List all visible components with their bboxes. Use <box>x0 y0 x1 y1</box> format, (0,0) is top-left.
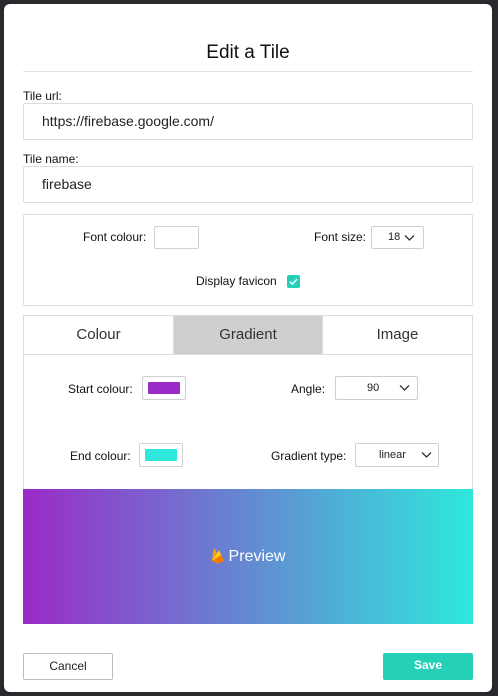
angle-value: 90 <box>367 382 380 394</box>
dialog-title: Edit a Tile <box>206 42 290 63</box>
display-favicon-checkbox[interactable] <box>287 275 300 288</box>
title-divider <box>23 71 473 72</box>
font-size-value: 18 <box>388 231 401 243</box>
tile-name-input[interactable]: firebase <box>23 166 473 203</box>
chevron-down-icon <box>404 234 415 241</box>
font-size-select[interactable]: 18 <box>371 226 424 249</box>
chevron-down-icon <box>421 452 432 458</box>
gradient-type-value: linear <box>379 449 406 461</box>
angle-label: Angle: <box>291 382 326 396</box>
preview-label: Preview <box>228 548 286 565</box>
gradient-type-label: Gradient type: <box>271 449 347 463</box>
gradient-panel: Start colour: Angle: 90 End colour: Grad… <box>23 354 473 490</box>
start-colour-picker[interactable] <box>142 376 186 400</box>
tile-name-label: Tile name: <box>23 152 79 166</box>
tile-preview: Preview <box>23 489 473 624</box>
save-button[interactable]: Save <box>383 653 473 680</box>
start-colour-label: Start colour: <box>68 382 133 396</box>
background-tabs: Colour Gradient Image <box>23 315 473 355</box>
font-size-label: Font size: <box>314 230 367 244</box>
angle-select[interactable]: 90 <box>335 376 418 400</box>
font-colour-label: Font colour: <box>83 230 147 244</box>
end-colour-swatch <box>145 449 177 461</box>
tab-gradient[interactable]: Gradient <box>173 315 323 355</box>
start-colour-swatch <box>148 382 180 394</box>
firebase-icon <box>211 548 224 564</box>
chevron-down-icon <box>399 385 410 391</box>
cancel-button[interactable]: Cancel <box>23 653 113 680</box>
checkmark-icon <box>289 278 298 286</box>
end-colour-label: End colour: <box>70 449 131 463</box>
tile-url-label: Tile url: <box>23 89 62 103</box>
preview-title: Preview <box>23 546 473 566</box>
font-settings-panel: Font colour: Font size: 18 Display favic… <box>23 214 473 306</box>
font-colour-picker[interactable] <box>154 226 199 249</box>
gradient-type-select[interactable]: linear <box>355 443 439 467</box>
tile-url-input[interactable]: https://firebase.google.com/ <box>23 103 473 140</box>
edit-tile-dialog: Edit a Tile Tile url: https://firebase.g… <box>4 4 492 692</box>
end-colour-picker[interactable] <box>139 443 183 467</box>
display-favicon-label: Display favicon <box>196 274 277 288</box>
tab-image[interactable]: Image <box>322 315 473 355</box>
tab-colour[interactable]: Colour <box>23 315 174 355</box>
